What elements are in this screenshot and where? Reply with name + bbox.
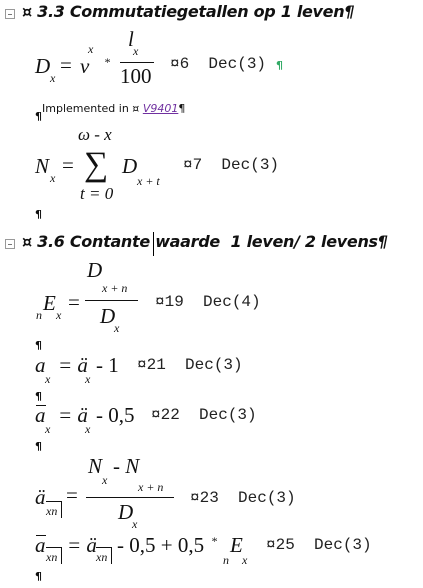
actuarial-angle bbox=[46, 501, 62, 518]
pilcrow: ¶ bbox=[35, 208, 42, 221]
subscript: x bbox=[102, 473, 108, 487]
symbol: E bbox=[230, 533, 243, 557]
pilcrow: ¶ bbox=[35, 390, 42, 403]
subscript: x + t bbox=[137, 174, 160, 188]
expression: - 0,5 bbox=[96, 403, 135, 427]
symbol: a bbox=[35, 533, 46, 557]
symbol: E bbox=[43, 291, 56, 315]
pilcrow: ¶ bbox=[276, 59, 283, 72]
subscript: x bbox=[45, 372, 51, 386]
symbol: a bbox=[35, 353, 46, 377]
equation-tag: ¤7 Dec(3) bbox=[183, 156, 280, 174]
subscript: x bbox=[132, 517, 138, 531]
sum-upper-limit: ω - x bbox=[78, 125, 112, 144]
section-heading-3-6: ¤ 3.6 Contante waarde 1 leven/ 2 levens¶ bbox=[22, 232, 388, 251]
implemented-line: Implemented in ¤ V9401¶ bbox=[35, 92, 185, 114]
subscript: x bbox=[133, 44, 139, 58]
symbol: N bbox=[35, 154, 50, 178]
expression: - 1 bbox=[96, 353, 119, 377]
symbol: D bbox=[35, 54, 51, 78]
summation-sign: ∑ bbox=[84, 146, 109, 183]
symbol: a bbox=[35, 403, 46, 427]
symbol: N bbox=[88, 454, 103, 478]
pre-subscript: n bbox=[223, 553, 229, 567]
expression: - 0,5 + 0,5 bbox=[117, 533, 205, 557]
symbol: = ä bbox=[67, 533, 97, 557]
equation-tag: ¤6 Dec(3) bbox=[170, 55, 267, 73]
denominator: D bbox=[118, 500, 134, 524]
collapse-toggle-section-1[interactable] bbox=[5, 9, 15, 19]
equation-tag: ¤21 Dec(3) bbox=[137, 356, 243, 374]
equation-tag: ¤25 Dec(3) bbox=[266, 536, 372, 554]
equals: = bbox=[68, 290, 80, 314]
subscript: x bbox=[50, 71, 56, 85]
symbol: = ä bbox=[58, 403, 88, 427]
pilcrow: ¶ bbox=[35, 440, 42, 453]
subscript: x bbox=[242, 553, 248, 567]
section-heading-3-3: ¤ 3.3 Commutatiegetallen op 1 leven¶ bbox=[22, 2, 355, 21]
subscript: x bbox=[114, 321, 120, 335]
symbol: = ä bbox=[58, 353, 88, 377]
subscript: x bbox=[45, 422, 51, 436]
collapse-toggle-section-2[interactable] bbox=[5, 239, 15, 249]
symbol: D bbox=[122, 154, 138, 178]
actuarial-angle bbox=[46, 547, 62, 564]
equals: = bbox=[62, 153, 74, 177]
actuarial-angle bbox=[96, 547, 112, 564]
v9401-link[interactable]: V9401 bbox=[143, 102, 179, 115]
equation-tag: ¤19 Dec(4) bbox=[155, 293, 261, 311]
denominator: 100 bbox=[120, 64, 152, 88]
equals: = bbox=[66, 483, 78, 507]
text-cursor bbox=[153, 232, 154, 256]
pilcrow: ¶ bbox=[35, 570, 42, 583]
numerator: D bbox=[87, 258, 103, 282]
expression: - N bbox=[113, 454, 140, 478]
equation-tag: ¤23 Dec(3) bbox=[190, 489, 296, 507]
superscript: x bbox=[88, 42, 94, 56]
pilcrow: ¶ bbox=[35, 110, 42, 123]
sum-lower-limit: t = 0 bbox=[80, 184, 114, 203]
symbol: ä bbox=[35, 485, 46, 509]
subscript: x + n bbox=[138, 480, 164, 494]
pre-subscript: n bbox=[36, 308, 42, 322]
equation-tag: ¤22 Dec(3) bbox=[151, 406, 257, 424]
times: * bbox=[211, 534, 217, 548]
denominator: D bbox=[100, 304, 116, 328]
times: * bbox=[104, 55, 110, 69]
implemented-label: Implemented in ¤ bbox=[42, 102, 143, 115]
subscript: x bbox=[85, 422, 91, 436]
subscript: x bbox=[50, 171, 56, 185]
subscript: x bbox=[85, 372, 91, 386]
fraction-bar bbox=[85, 300, 138, 301]
pilcrow: ¶ bbox=[178, 102, 186, 115]
pilcrow: ¶ bbox=[35, 339, 42, 352]
fraction-bar bbox=[120, 62, 154, 63]
subscript: x + n bbox=[102, 281, 128, 295]
equals: = bbox=[60, 53, 72, 77]
subscript: x bbox=[56, 308, 62, 322]
fraction-bar bbox=[86, 497, 174, 498]
symbol: v bbox=[80, 54, 90, 78]
